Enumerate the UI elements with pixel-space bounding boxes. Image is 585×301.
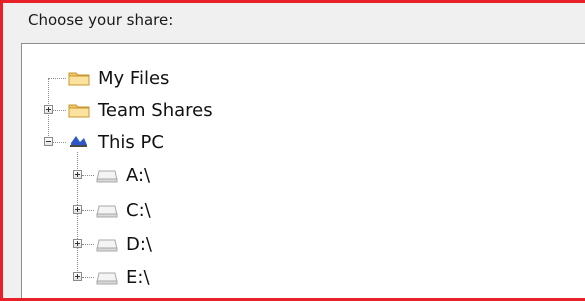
drive-icon bbox=[96, 170, 118, 183]
tree-item-my-files[interactable]: My Files bbox=[68, 66, 169, 90]
tree-item-label: C:\ bbox=[126, 199, 151, 221]
tree-item-this-pc[interactable]: This PC bbox=[68, 130, 164, 154]
share-tree[interactable]: My Files Team Shares This PC A:\ C:\ D:\… bbox=[21, 43, 585, 298]
drive-icon bbox=[96, 239, 118, 252]
tree-line bbox=[53, 142, 66, 143]
folder-icon bbox=[68, 72, 90, 86]
tree-line bbox=[53, 110, 66, 111]
expand-toggle-drive-d[interactable] bbox=[73, 239, 82, 248]
tree-line bbox=[48, 78, 66, 79]
computer-icon bbox=[70, 136, 87, 147]
tree-item-label: My Files bbox=[98, 67, 170, 89]
tree-item-label: E:\ bbox=[126, 266, 150, 288]
drive-icon bbox=[96, 272, 118, 285]
tree-item-label: Team Shares bbox=[98, 99, 213, 121]
expand-toggle-drive-a[interactable] bbox=[73, 170, 82, 179]
collapse-toggle-this-pc[interactable] bbox=[44, 137, 53, 146]
tree-item-drive-a[interactable]: A:\ bbox=[96, 163, 150, 187]
tree-line bbox=[82, 210, 94, 211]
tree-item-drive-c[interactable]: C:\ bbox=[96, 198, 151, 222]
tree-line bbox=[82, 244, 94, 245]
tree-line bbox=[82, 175, 94, 176]
expand-toggle-drive-c[interactable] bbox=[73, 205, 82, 214]
tree-item-drive-e[interactable]: E:\ bbox=[96, 265, 150, 289]
folder-icon bbox=[68, 104, 90, 118]
tree-item-team-shares[interactable]: Team Shares bbox=[68, 98, 213, 122]
choose-share-label: Choose your share: bbox=[28, 11, 174, 29]
tree-item-label: D:\ bbox=[126, 233, 152, 255]
tree-line bbox=[82, 277, 94, 278]
drive-icon bbox=[96, 205, 118, 218]
expand-toggle-team-shares[interactable] bbox=[44, 105, 53, 114]
tree-item-drive-d[interactable]: D:\ bbox=[96, 232, 152, 256]
share-chooser-panel: Choose your share: My Files Team Shares … bbox=[0, 0, 585, 301]
expand-toggle-drive-e[interactable] bbox=[73, 272, 82, 281]
tree-item-label: A:\ bbox=[126, 164, 151, 186]
tree-item-label: This PC bbox=[98, 131, 164, 153]
